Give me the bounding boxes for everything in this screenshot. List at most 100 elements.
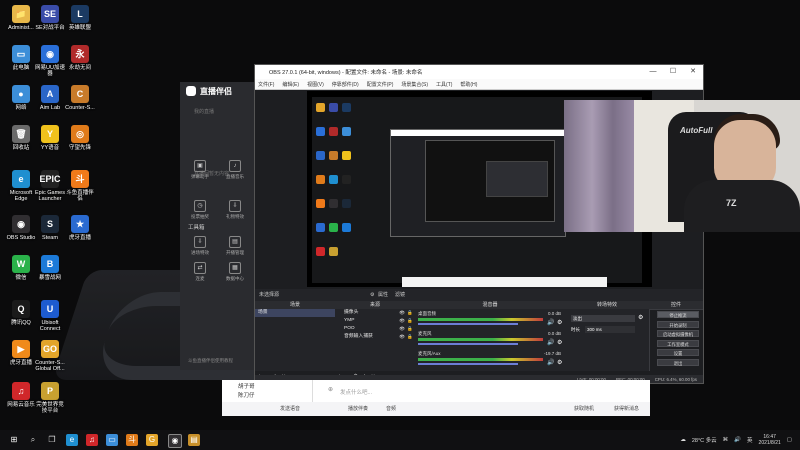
search-icon[interactable]: ⌕ (27, 434, 39, 446)
volume-slider[interactable] (418, 323, 518, 325)
maximize-icon[interactable]: ☐ (663, 65, 683, 79)
transition-gear-icon[interactable]: ⚙ (638, 314, 643, 321)
notification-icon[interactable]: ▢ (787, 437, 792, 443)
mixer-gear-icon[interactable]: ⚙ (557, 319, 562, 326)
duration-input[interactable]: 300 ms (585, 326, 635, 333)
desktop-icon[interactable]: Q 腾讯QQ (5, 300, 37, 326)
control-button[interactable]: 设置 (657, 349, 699, 356)
menu-item[interactable]: 文件(F) (258, 81, 274, 88)
csgo-icon[interactable]: G (146, 434, 158, 446)
visibility-eye-icon[interactable]: 👁 (399, 325, 405, 333)
ime-indicator[interactable]: 英 (747, 436, 753, 444)
zb-tool-button[interactable]: ◷ 投票抽奖 (185, 200, 215, 220)
control-button[interactable]: 工作室模式 (657, 339, 699, 347)
mute-speaker-icon[interactable]: 🔊 (547, 319, 554, 326)
weather-text[interactable]: 28°C 多云 (692, 436, 717, 444)
lock-icon[interactable]: 🔒 (407, 317, 413, 325)
netease-music-icon[interactable]: ♫ (86, 434, 98, 446)
file-explorer-icon[interactable]: ▭ (106, 434, 118, 446)
desktop-icon[interactable]: P 完美世界竞技平台 (34, 382, 66, 415)
desktop-icon[interactable]: ♫ 网易云音乐 (5, 382, 37, 408)
desktop-icon[interactable]: S Steam (34, 215, 66, 241)
douyu-icon[interactable]: 斗 (126, 434, 138, 446)
desktop-icon[interactable]: ▶ 虎牙直播 (5, 340, 37, 366)
start-windows-icon[interactable]: ⊞ (8, 434, 20, 446)
desktop-icon[interactable]: SE SE对战平台 (34, 5, 66, 31)
desktop-icon[interactable]: 斗斗鱼直播伴侣 (64, 170, 96, 203)
desktop-icon[interactable]: A Aim Lab (34, 85, 66, 111)
random-button[interactable]: 获取随机 (574, 405, 594, 412)
source-item[interactable]: POO 👁 🔒 (335, 325, 415, 333)
desktop-icon[interactable]: ◉ OBS Studio (5, 215, 37, 241)
edge-icon[interactable]: e (66, 434, 78, 446)
menu-item[interactable]: 帮助(H) (460, 81, 477, 88)
app-taskbar-icon[interactable]: ▤ (188, 434, 200, 446)
member-item[interactable]: 胡子哥 (238, 382, 255, 390)
volume-slider[interactable] (418, 343, 518, 345)
desktop-icon[interactable]: ◎ 守望先锋 (64, 125, 96, 151)
obs-title-bar[interactable]: OBS 27.0.1 (64-bit, windows) - 配置文件: 未命名… (255, 65, 703, 79)
menu-item[interactable]: 视图(V) (307, 81, 324, 88)
zb-tool-button[interactable]: ▤ 开播管理 (220, 236, 250, 256)
filters-button[interactable]: 滤镜 (395, 289, 405, 301)
desktop-icon[interactable]: 📁 Administ... (5, 5, 37, 31)
zb-tool-button[interactable]: ⇩ 礼物特效 (220, 200, 250, 220)
desktop-icon[interactable]: ▭ 此电脑 (5, 45, 37, 71)
desktop-icon[interactable]: ◉ 网易UU加速器 (34, 45, 66, 78)
lock-icon[interactable]: 🔒 (407, 325, 413, 333)
desktop-icon[interactable]: U Ubisoft Connect (34, 300, 66, 333)
network-icon[interactable]: ⌘ (723, 437, 729, 443)
menu-item[interactable]: 停靠部件(D) (332, 81, 359, 88)
chat-input[interactable]: 发点什么吧... (340, 388, 372, 396)
audio-button[interactable]: 音频 (386, 405, 396, 412)
accompaniment-button[interactable]: 播放伴奏 (348, 405, 368, 412)
mixer-gear-icon[interactable]: ⚙ (557, 339, 562, 346)
menu-item[interactable]: 场景集合(S) (401, 81, 428, 88)
desktop-icon[interactable]: ★ 虎牙直播 (64, 215, 96, 241)
zb-my-live[interactable]: 我的直播 (194, 108, 214, 115)
visibility-eye-icon[interactable]: 👁 (399, 317, 405, 325)
clock[interactable]: 16:47 2021/8/21 (759, 434, 781, 446)
desktop-icon[interactable]: L 英雄联盟 (64, 5, 96, 31)
lock-icon[interactable]: 🔒 (407, 333, 413, 341)
member-item[interactable]: 陈刀仔 (238, 391, 255, 399)
transition-select[interactable]: 淡出 (571, 315, 635, 322)
visibility-eye-icon[interactable]: 👁 (399, 309, 405, 317)
control-button[interactable]: 退出 (657, 358, 699, 366)
desktop-icon[interactable]: e Microsoft Edge (5, 170, 37, 203)
desktop-icon[interactable]: W 微信 (5, 255, 37, 281)
zb-tool-button[interactable]: ⇩ 进场特效 (185, 236, 215, 256)
mute-speaker-icon[interactable]: 🔊 (547, 359, 554, 366)
properties-button[interactable]: 属性 (378, 289, 388, 301)
desktop-icon[interactable]: 永永劫无间 (64, 45, 96, 71)
gear-icon[interactable]: ⚙ (370, 289, 374, 301)
voice-button[interactable]: 发送语音 (280, 405, 300, 412)
desktop-icon[interactable]: ● 网络 (5, 85, 37, 111)
desktop-icon[interactable]: EPIC Epic Games Launcher (34, 170, 66, 203)
minimize-icon[interactable]: — (643, 65, 663, 79)
new-message-button[interactable]: 获得新消息 (614, 405, 639, 412)
desktop-icon[interactable]: B 暴雪战网 (34, 255, 66, 281)
desktop-icon[interactable]: C Counter-S... (64, 85, 96, 111)
zb-tool-button[interactable]: ▦ 数据中心 (220, 262, 250, 282)
control-button[interactable]: 开始录制 (657, 320, 699, 328)
zb-title-bar[interactable]: 直播伴侣 (180, 82, 260, 100)
desktop-icon[interactable]: Y YY语音 (34, 125, 66, 151)
close-icon[interactable]: ✕ (683, 65, 703, 79)
zb-tutorial-link[interactable]: 斗鱼直播伴侣使用教程 (188, 358, 233, 364)
control-button[interactable]: 停止推流 (657, 311, 699, 318)
lock-icon[interactable]: 🔒 (407, 309, 413, 317)
menu-item[interactable]: 工具(T) (436, 81, 452, 88)
source-item[interactable]: YMP 👁 🔒 (335, 317, 415, 325)
scene-item[interactable]: 场景 (255, 309, 335, 317)
zb-tool-button[interactable]: ⇄ 连麦 (185, 262, 215, 282)
desktop-icon[interactable]: 🗑 回收站 (5, 125, 37, 151)
add-icon[interactable]: ⊕ (328, 386, 333, 393)
mixer-gear-icon[interactable]: ⚙ (557, 359, 562, 366)
zb-tool-button[interactable]: ♪ 直播音乐 (220, 160, 250, 180)
desktop-icon[interactable]: GO Counter-S... Global Off... (34, 340, 66, 373)
mute-speaker-icon[interactable]: 🔊 (547, 339, 554, 346)
menu-item[interactable]: 配置文件(P) (367, 81, 394, 88)
weather-icon[interactable]: ☁ (680, 437, 686, 443)
obs-taskbar-icon[interactable]: ◉ (168, 434, 182, 448)
